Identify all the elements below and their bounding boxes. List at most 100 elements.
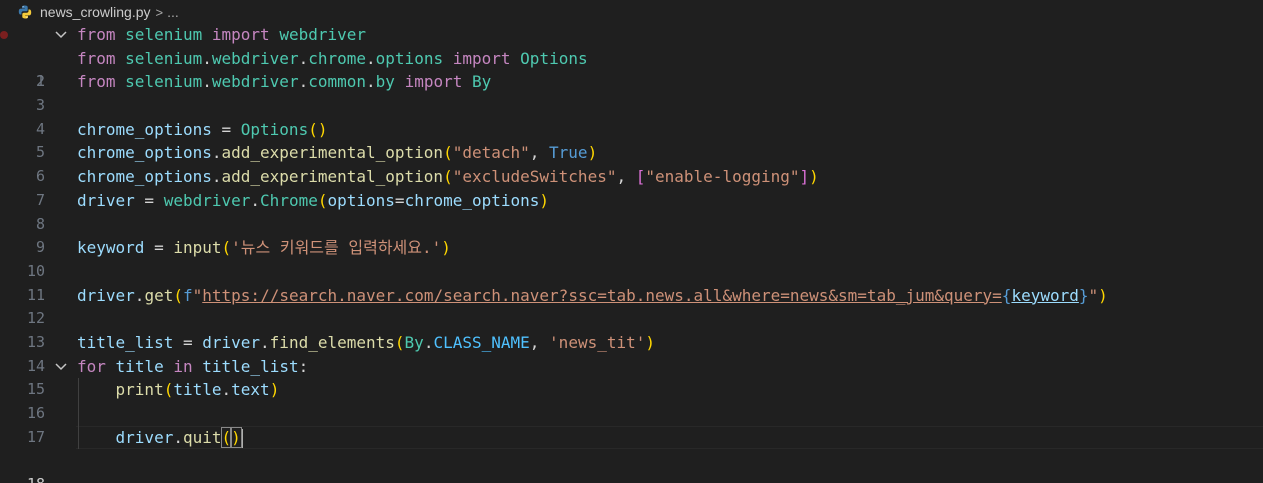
token: . bbox=[202, 72, 212, 92]
token: . bbox=[298, 72, 309, 92]
token: Options bbox=[240, 119, 309, 139]
token: find_elements bbox=[269, 332, 395, 352]
token: = bbox=[134, 190, 164, 210]
token: . bbox=[221, 380, 232, 400]
token: chrome_options bbox=[77, 119, 212, 139]
token: print bbox=[115, 380, 164, 400]
token: 'news_tit' bbox=[549, 332, 646, 352]
code-line[interactable]: 17 bbox=[0, 402, 1263, 446]
token: quit bbox=[182, 427, 222, 447]
token: title bbox=[115, 356, 164, 376]
token: webdriver bbox=[211, 72, 299, 92]
token: . bbox=[250, 190, 261, 210]
breakpoint-dot[interactable] bbox=[0, 31, 8, 39]
token: ) bbox=[587, 143, 598, 163]
token: selenium bbox=[125, 48, 203, 68]
token: ) bbox=[230, 426, 242, 448]
token: . bbox=[423, 332, 434, 352]
token: " bbox=[1088, 285, 1099, 305]
token: . bbox=[211, 143, 222, 163]
token: ) bbox=[539, 190, 550, 210]
token: chrome_options bbox=[404, 190, 540, 210]
token: import bbox=[404, 72, 463, 92]
token: ( bbox=[394, 332, 405, 352]
token: . bbox=[173, 427, 183, 447]
token: " bbox=[192, 285, 203, 305]
python-file-icon bbox=[18, 5, 32, 19]
code-line[interactable]: 1 from selenium import webdriver bbox=[0, 23, 1263, 90]
token: . bbox=[202, 48, 212, 68]
code-line[interactable]: 2 from selenium.webdriver.chrome.options… bbox=[0, 47, 1263, 91]
token: text bbox=[231, 380, 270, 400]
code-area[interactable]: 1 from selenium import webdriver 2 from … bbox=[0, 23, 1263, 483]
token: By bbox=[472, 72, 492, 92]
code-line[interactable]: 11 bbox=[0, 260, 1263, 304]
token: ( bbox=[443, 143, 453, 163]
code-line[interactable]: 16 print(title.text) bbox=[0, 378, 1263, 422]
code-line[interactable]: 4 bbox=[0, 94, 1263, 138]
token: ) bbox=[317, 119, 328, 139]
token: "excludeSwitches" bbox=[452, 167, 617, 187]
code-editor[interactable]: news_crowling.py > ... 1 from selenium i… bbox=[0, 0, 1263, 483]
token: for bbox=[77, 356, 106, 376]
token: , bbox=[529, 332, 550, 352]
token: CLASS_NAME bbox=[433, 332, 530, 352]
breadcrumb-file[interactable]: news_crowling.py bbox=[40, 4, 151, 20]
token: selenium bbox=[125, 72, 203, 92]
token: Options bbox=[520, 48, 588, 68]
url-link[interactable]: https://search.naver.com/search.naver?ss… bbox=[202, 286, 1002, 305]
code-line[interactable]: 14 title_list = driver.find_elements(By.… bbox=[0, 331, 1263, 375]
token: . bbox=[366, 72, 376, 92]
code-line[interactable]: 9 bbox=[0, 213, 1263, 256]
token: keyword bbox=[1011, 285, 1079, 305]
code-line[interactable]: 6 chrome_options.add_experimental_option… bbox=[0, 141, 1263, 185]
token: chrome_options bbox=[77, 167, 212, 187]
code-line[interactable]: 3 from selenium.webdriver.common.by impo… bbox=[0, 70, 1263, 114]
token: . bbox=[298, 48, 309, 68]
token: driver bbox=[115, 427, 174, 447]
token: in bbox=[173, 356, 193, 376]
code-line[interactable]: 7 chrome_options.add_experimental_option… bbox=[0, 165, 1263, 209]
code-line[interactable]: 5 chrome_options = Options() bbox=[0, 118, 1263, 162]
code-line[interactable]: 15 for title in title_list: bbox=[0, 355, 1263, 399]
token: { bbox=[1001, 285, 1012, 305]
code-line[interactable]: 8 driver = webdriver.Chrome(options=chro… bbox=[0, 189, 1263, 233]
token: webdriver bbox=[163, 190, 251, 210]
token: ) bbox=[269, 380, 280, 400]
text-cursor bbox=[240, 428, 243, 448]
token: input bbox=[173, 238, 222, 258]
token: ( bbox=[173, 285, 183, 305]
token: ( bbox=[308, 119, 318, 139]
token: , bbox=[616, 167, 636, 187]
token: by bbox=[375, 72, 395, 92]
token: , bbox=[529, 143, 550, 163]
breadcrumb-more[interactable]: ... bbox=[167, 4, 179, 20]
token: ) bbox=[1098, 285, 1108, 305]
code-line[interactable]: 12 driver.get(f"https://search.naver.com… bbox=[0, 284, 1263, 328]
token: keyword bbox=[77, 238, 145, 258]
token: common bbox=[308, 72, 367, 92]
token: . bbox=[366, 48, 376, 68]
token: By bbox=[404, 332, 424, 352]
token: options bbox=[327, 190, 395, 210]
token: [ bbox=[635, 167, 646, 187]
code-line[interactable]: 13 bbox=[0, 307, 1263, 351]
code-line[interactable]: 10 keyword = input('뉴스 키워드를 입력하세요.') bbox=[0, 236, 1263, 280]
token: title_list bbox=[202, 356, 299, 376]
code-line-current[interactable]: 18 driver.quit() bbox=[0, 425, 1263, 483]
token: "enable-logging" bbox=[645, 167, 800, 187]
token: driver bbox=[77, 285, 135, 305]
token: webdriver bbox=[211, 48, 299, 68]
token: = bbox=[211, 119, 241, 139]
token: ( bbox=[443, 167, 453, 187]
token: chrome_options bbox=[77, 143, 212, 163]
